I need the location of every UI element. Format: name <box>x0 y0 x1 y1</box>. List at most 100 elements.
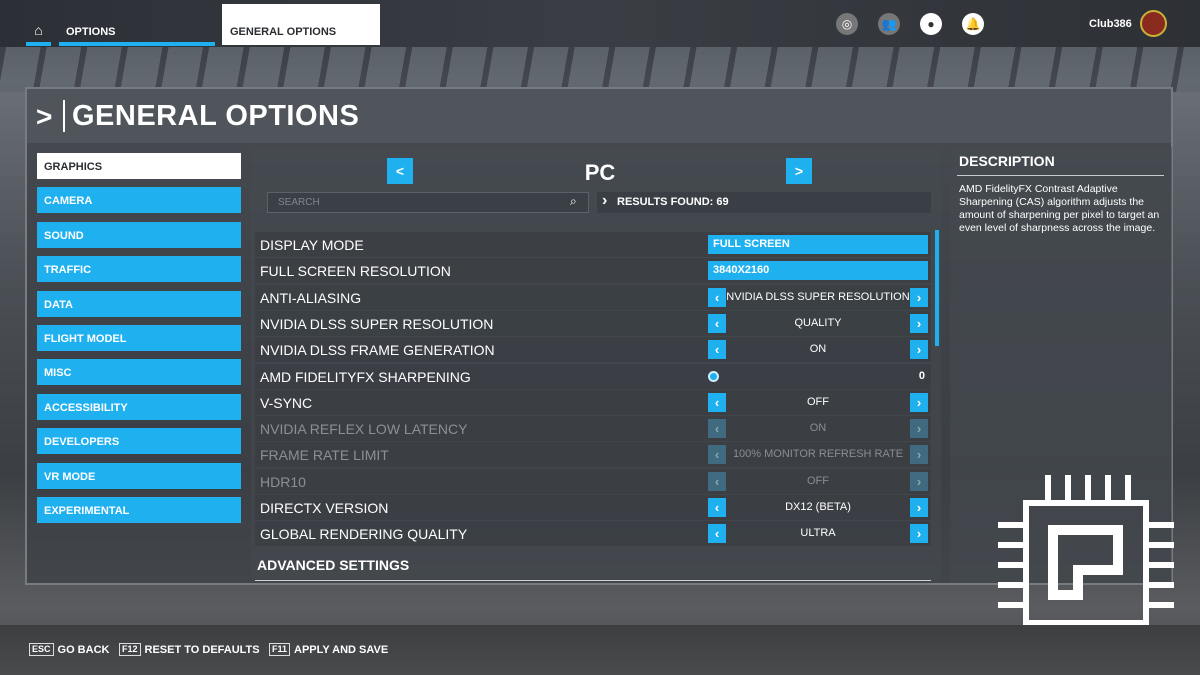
slider-value: 0 <box>918 369 925 382</box>
activity-icon[interactable]: ◎ <box>836 13 858 35</box>
friends-icon[interactable]: 👥 <box>878 13 900 35</box>
results-count: RESULTS FOUND: 69 <box>597 192 931 213</box>
setting-label: V-SYNC <box>260 394 313 411</box>
footer-action-reset-to-defaults[interactable]: F12 RESET TO DEFAULTS <box>119 643 260 656</box>
setting-row: NVIDIA REFLEX LOW LATENCY ‹ ON › <box>255 416 931 442</box>
action-label: RESET TO DEFAULTS <box>144 643 260 656</box>
chevron-left-icon[interactable]: ‹ <box>708 471 726 491</box>
page-title: GENERAL OPTIONS <box>72 100 360 132</box>
setting-row: AMD FIDELITYFX SHARPENING 0 <box>255 363 931 389</box>
setting-label: NVIDIA DLSS SUPER RESOLUTION <box>260 315 494 332</box>
chevron-left-icon[interactable]: ‹ <box>708 498 726 517</box>
setting-label: HDR10 <box>260 473 306 490</box>
setting-label: DIRECTX VERSION <box>260 500 389 516</box>
setting-value: DX12 (BETA) <box>785 501 851 513</box>
setting-label: NVIDIA REFLEX LOW LATENCY <box>260 421 468 438</box>
sidebar-item-developers[interactable]: DEVELOPERS <box>37 428 241 455</box>
setting-value: 100% MONITOR REFRESH RATE <box>732 448 904 461</box>
notification-icon[interactable]: 🔔 <box>962 13 984 35</box>
setting-row: DISPLAY MODE FULL SCREEN <box>255 232 931 257</box>
setting-dropdown[interactable]: FULL SCREEN <box>708 235 928 254</box>
scrollbar[interactable] <box>935 230 939 346</box>
setting-row: NVIDIA DLSS SUPER RESOLUTION ‹ QUALITY › <box>255 310 931 336</box>
sidebar-item-accessibility[interactable]: ACCESSIBILITY <box>37 393 241 420</box>
setting-row: NVIDIA DLSS FRAME GENERATION ‹ ON › <box>255 337 931 363</box>
platform-prev-button[interactable]: < <box>387 158 413 184</box>
setting-label: ANTI-ALIASING <box>260 289 362 306</box>
background <box>0 47 1200 92</box>
sidebar-item-misc[interactable]: MISC <box>37 359 241 386</box>
setting-dropdown[interactable]: 3840X2160 <box>708 261 928 281</box>
breadcrumb-general-options[interactable]: GENERAL OPTIONS <box>222 4 380 45</box>
avatar[interactable] <box>1140 10 1167 37</box>
chevron-left-icon[interactable]: ‹ <box>708 313 726 333</box>
chevron-right-icon[interactable]: › <box>910 313 928 333</box>
setting-value: ON <box>809 343 827 356</box>
action-label: GO BACK <box>57 643 110 656</box>
platform-next-button[interactable]: > <box>786 158 812 184</box>
setting-value: NVIDIA DLSS SUPER RESOLUTION <box>726 290 910 303</box>
action-label: APPLY AND SAVE <box>294 643 389 656</box>
setting-label: FULL SCREEN RESOLUTION <box>260 263 451 280</box>
top-bar: ⌂ OPTIONS GENERAL OPTIONS ◎ 👥 ● 🔔 Club38… <box>0 0 1200 47</box>
setting-row: V-SYNC ‹ OFF › <box>255 389 931 415</box>
divider <box>255 580 931 581</box>
description-text: AMD FidelityFX Contrast Adaptive Sharpen… <box>959 183 1160 234</box>
chevron-right-icon[interactable]: › <box>910 419 928 439</box>
setting-value: ON <box>809 422 827 435</box>
home-icon[interactable]: ⌂ <box>26 22 51 46</box>
profile-icon[interactable]: ● <box>920 13 942 35</box>
setting-row: FULL SCREEN RESOLUTION 3840X2160 <box>255 258 931 284</box>
chevron-left-icon[interactable]: ‹ <box>708 445 726 465</box>
advanced-settings-header[interactable]: ADVANCED SETTINGS <box>257 557 409 573</box>
chevron-right-icon[interactable]: › <box>910 524 928 544</box>
chevron-left-icon[interactable]: ‹ <box>708 392 726 412</box>
key-hint: F11 <box>269 643 291 656</box>
setting-row: GLOBAL RENDERING QUALITY ‹ ULTRA › <box>255 521 931 547</box>
setting-value: OFF <box>807 395 829 408</box>
footer-action-apply-and-save[interactable]: F11 APPLY AND SAVE <box>269 643 388 656</box>
setting-label: NVIDIA DLSS FRAME GENERATION <box>260 342 495 359</box>
sidebar-item-sound[interactable]: SOUND <box>37 221 241 248</box>
description-title: DESCRIPTION <box>959 153 1055 169</box>
chevron-left-icon[interactable]: ‹ <box>708 419 726 439</box>
sidebar-item-traffic[interactable]: TRAFFIC <box>37 256 241 283</box>
setting-label: DISPLAY MODE <box>260 237 364 253</box>
username[interactable]: Club386 <box>1089 18 1132 30</box>
sidebar-item-camera[interactable]: CAMERA <box>37 187 241 214</box>
key-hint: F12 <box>119 643 141 656</box>
setting-row: ANTI-ALIASING ‹ NVIDIA DLSS SUPER RESOLUTI… <box>255 284 931 310</box>
platform-label: PC <box>584 160 616 185</box>
chevron-left-icon[interactable]: ‹ <box>708 340 726 360</box>
setting-label: AMD FIDELITYFX SHARPENING <box>260 368 471 385</box>
sidebar-item-data[interactable]: DATA <box>37 290 241 317</box>
setting-label: GLOBAL RENDERING QUALITY <box>260 526 468 543</box>
sidebar-item-experimental[interactable]: EXPERIMENTAL <box>37 497 241 523</box>
sidebar-item-vr-mode[interactable]: VR MODE <box>37 462 241 489</box>
setting-row: HDR10 ‹ OFF › <box>255 468 931 494</box>
sidebar-item-graphics[interactable]: GRAPHICS <box>37 153 241 179</box>
chevron-right-icon[interactable]: › <box>910 498 928 517</box>
chevron-right-icon: > <box>36 101 53 132</box>
setting-row: FRAME RATE LIMIT ‹ 100% MONITOR REFRESH RA… <box>255 442 931 468</box>
footer-action-go-back[interactable]: ESC GO BACK <box>29 643 109 656</box>
setting-label: FRAME RATE LIMIT <box>260 447 389 464</box>
key-hint: ESC <box>29 643 54 656</box>
chevron-left-icon[interactable]: ‹ <box>708 524 726 544</box>
search-input[interactable]: SEARCH <box>267 192 589 213</box>
sidebar-item-flight-model[interactable]: FLIGHT MODEL <box>37 325 241 351</box>
search-icon[interactable]: ⌕ <box>570 194 577 209</box>
chevron-left-icon[interactable]: ‹ <box>708 287 726 307</box>
slider-handle[interactable] <box>708 370 719 382</box>
chevron-right-icon[interactable]: › <box>910 392 928 412</box>
chevron-right-icon[interactable]: › <box>910 340 928 360</box>
setting-value: QUALITY <box>794 316 842 329</box>
chevron-right-icon[interactable]: › <box>910 287 928 307</box>
title-divider <box>63 100 65 132</box>
setting-value: ULTRA <box>800 527 836 540</box>
setting-value: OFF <box>807 474 829 487</box>
setting-row: DIRECTX VERSION ‹ DX12 (BETA) › <box>255 495 931 520</box>
chevron-right-icon[interactable]: › <box>910 471 928 491</box>
chevron-right-icon[interactable]: › <box>910 445 928 465</box>
breadcrumb-options[interactable]: OPTIONS <box>59 22 215 46</box>
